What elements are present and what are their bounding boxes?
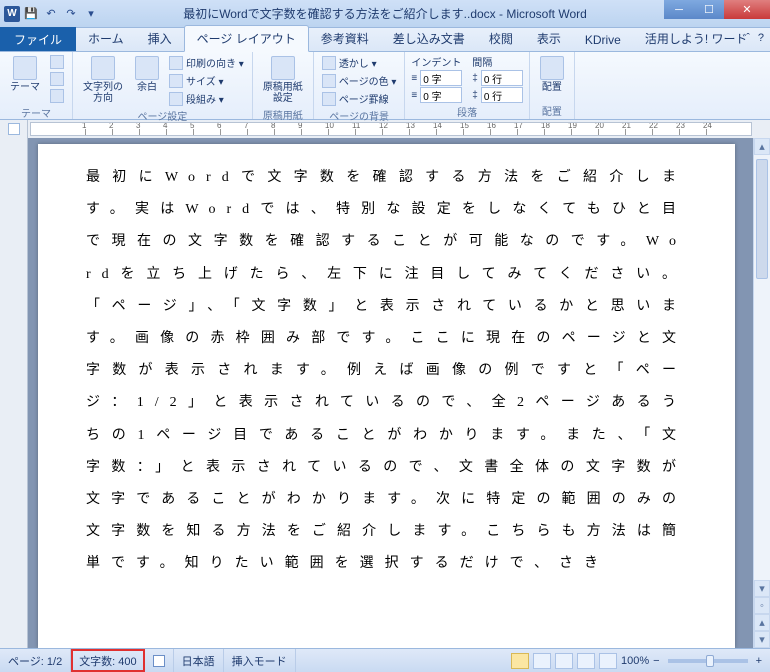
tab-insert[interactable]: 挿入: [136, 26, 184, 51]
page-color-button[interactable]: ページの色 ▾: [320, 72, 399, 89]
text-direction-button[interactable]: 文字列の 方向: [79, 54, 127, 106]
scroll-down-button[interactable]: ▾: [754, 580, 770, 597]
page-border-button[interactable]: ページ罫線: [320, 90, 399, 107]
tab-page-layout[interactable]: ページ レイアウト: [184, 25, 309, 52]
window-title: 最初にWordで文字数を確認する方法をご紹介します..docx - Micros…: [183, 5, 587, 22]
tab-references[interactable]: 参考資料: [309, 26, 381, 51]
theme-effects-button[interactable]: [48, 88, 66, 104]
indent-label: インデント: [411, 54, 462, 69]
tab-review[interactable]: 校閲: [477, 26, 525, 51]
group-arrange: 配置 配置: [530, 52, 575, 119]
minimize-ribbon-icon[interactable]: ˆ: [746, 32, 750, 44]
status-proofing[interactable]: [145, 649, 174, 672]
view-full-screen[interactable]: [533, 653, 551, 669]
size-button[interactable]: サイズ ▾: [167, 72, 246, 89]
view-web-layout[interactable]: [555, 653, 573, 669]
qat-customize-icon[interactable]: ▾: [82, 5, 100, 23]
status-insert-mode[interactable]: 挿入モード: [224, 649, 296, 672]
themes-button[interactable]: テーマ: [6, 54, 44, 95]
columns-button[interactable]: 段組み ▾: [167, 90, 246, 107]
file-tab[interactable]: ファイル: [0, 27, 76, 51]
undo-icon[interactable]: ↶: [42, 5, 60, 23]
group-genko: 原稿用紙 設定 原稿用紙: [253, 52, 314, 119]
tab-view[interactable]: 表示: [525, 26, 573, 51]
orientation-button[interactable]: 印刷の向き ▾: [167, 54, 246, 71]
themes-icon: [13, 56, 37, 80]
proofing-check-icon: [153, 655, 165, 667]
zoom-out-button[interactable]: −: [653, 655, 659, 667]
word-app-icon: W: [4, 6, 20, 22]
save-icon[interactable]: 💾: [22, 5, 40, 23]
page-area: 最初にWordで文字数を確認する方法をご紹介します。実はWordでは、特別な設定…: [28, 138, 753, 648]
genko-icon: [271, 56, 295, 80]
close-button[interactable]: ✕: [724, 0, 770, 19]
scroll-thumb[interactable]: [756, 159, 768, 279]
redo-icon[interactable]: ↷: [62, 5, 80, 23]
theme-colors-button[interactable]: [48, 54, 66, 70]
horizontal-ruler-row: 123456789101112131415161718192021222324: [0, 120, 770, 138]
watermark-button[interactable]: 透かし ▾: [320, 54, 399, 71]
zoom-slider[interactable]: [668, 659, 748, 663]
scroll-up-button[interactable]: ▴: [754, 138, 770, 155]
indent-right[interactable]: ≡: [411, 87, 462, 103]
prev-page-button[interactable]: ▴: [754, 614, 770, 631]
help-icon[interactable]: ?: [758, 32, 764, 44]
status-bar: ページ: 1/2 文字数: 400 日本語 挿入モード 100% − +: [0, 648, 770, 672]
margins-button[interactable]: 余白: [131, 54, 163, 95]
group-page-background: 透かし ▾ ページの色 ▾ ページ罫線 ページの背景: [314, 52, 406, 119]
genko-button[interactable]: 原稿用紙 設定: [259, 54, 307, 106]
browse-object-button[interactable]: ◦: [754, 597, 770, 614]
tab-katsuyo[interactable]: 活用しよう! ワード: [633, 26, 760, 51]
zoom-in-button[interactable]: +: [756, 655, 762, 667]
ribbon-tabs: ファイル ホーム 挿入 ページ レイアウト 参考資料 差し込み文書 校閲 表示 …: [0, 28, 770, 52]
spacing-after[interactable]: ‡: [472, 87, 523, 103]
zoom-level[interactable]: 100%: [621, 655, 649, 667]
spacing-label: 間隔: [472, 54, 523, 69]
status-right: 100% − +: [511, 653, 770, 669]
next-page-button[interactable]: ▾: [754, 631, 770, 648]
group-page-setup: 文字列の 方向 余白 印刷の向き ▾ サイズ ▾ 段組み ▾ ページ設定: [73, 52, 253, 119]
group-theme: テーマ テーマ: [0, 52, 73, 119]
vertical-scrollbar[interactable]: ▴ ▾ ◦ ▴ ▾: [753, 138, 770, 648]
tab-mailings[interactable]: 差し込み文書: [381, 26, 477, 51]
status-page[interactable]: ページ: 1/2: [0, 649, 71, 672]
status-language[interactable]: 日本語: [174, 649, 224, 672]
quick-access-toolbar: W 💾 ↶ ↷ ▾: [0, 5, 100, 23]
title-bar: W 💾 ↶ ↷ ▾ 最初にWordで文字数を確認する方法をご紹介します..doc…: [0, 0, 770, 28]
arrange-button[interactable]: 配置: [536, 54, 568, 95]
scroll-track[interactable]: [754, 155, 770, 580]
tab-kdrive[interactable]: KDrive: [573, 29, 633, 51]
text-direction-icon: [91, 56, 115, 80]
view-print-layout[interactable]: [511, 653, 529, 669]
view-outline[interactable]: [577, 653, 595, 669]
document-text[interactable]: 最初にWordで文字数を確認する方法をご紹介します。実はWordでは、特別な設定…: [86, 162, 687, 580]
view-draft[interactable]: [599, 653, 617, 669]
window-controls: ─ ☐ ✕: [664, 0, 770, 19]
spacing-before[interactable]: ‡: [472, 70, 523, 86]
margins-icon: [135, 56, 159, 80]
group-paragraph: インデント ≡ ≡ 間隔 ‡ ‡ 段落: [405, 52, 529, 119]
status-word-count[interactable]: 文字数: 400: [71, 649, 144, 672]
indent-left[interactable]: ≡: [411, 70, 462, 86]
zoom-knob[interactable]: [706, 655, 714, 667]
vertical-ruler[interactable]: [0, 138, 28, 648]
arrange-icon: [540, 56, 564, 80]
theme-fonts-button[interactable]: [48, 71, 66, 87]
horizontal-ruler[interactable]: 123456789101112131415161718192021222324: [30, 122, 752, 136]
workspace: 最初にWordで文字数を確認する方法をご紹介します。実はWordでは、特別な設定…: [0, 138, 770, 648]
minimize-button[interactable]: ─: [664, 0, 694, 19]
maximize-button[interactable]: ☐: [694, 0, 724, 19]
ruler-corner[interactable]: [0, 120, 28, 138]
ribbon: テーマ テーマ 文字列の 方向 余白 印刷の向き ▾ サイズ ▾ 段組み ▾: [0, 52, 770, 120]
document-page[interactable]: 最初にWordで文字数を確認する方法をご紹介します。実はWordでは、特別な設定…: [38, 144, 735, 648]
tab-home[interactable]: ホーム: [76, 26, 136, 51]
